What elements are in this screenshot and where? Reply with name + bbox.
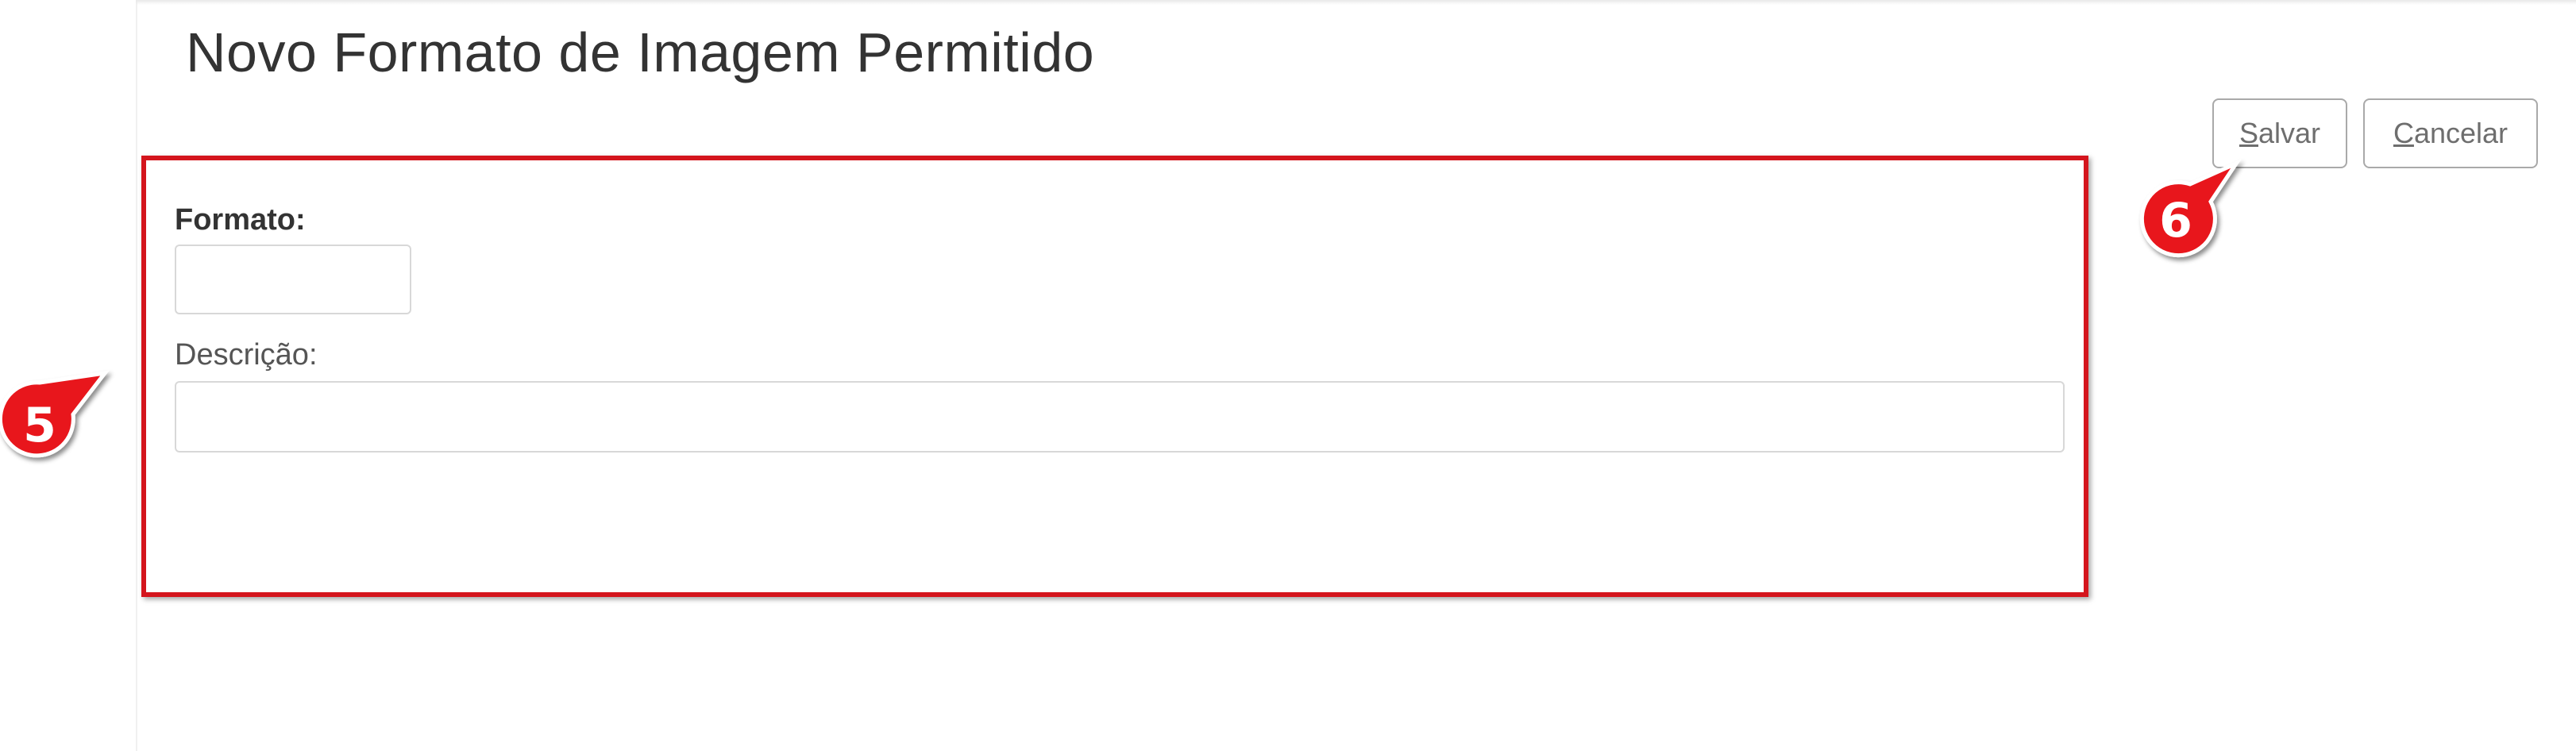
callout-number-5: 5	[23, 398, 56, 453]
save-button-access-key: S	[2239, 117, 2258, 149]
cancel-button[interactable]: Cancelar	[2363, 98, 2538, 168]
cancel-button-access-key: C	[2393, 117, 2414, 149]
save-button[interactable]: Salvar	[2212, 98, 2347, 168]
form-highlight-box	[141, 156, 2088, 597]
format-label: Formato:	[175, 203, 306, 237]
page-title: Novo Formato de Imagem Permitido	[186, 21, 1095, 83]
description-label: Descrição:	[175, 338, 318, 372]
page: Novo Formato de Imagem Permitido Salvar …	[0, 0, 2576, 751]
cancel-button-label: ancelar	[2413, 117, 2509, 149]
callout-marker-6: 6	[2133, 159, 2242, 258]
format-input[interactable]	[175, 245, 411, 314]
description-input[interactable]	[175, 381, 2065, 453]
top-bar-shadow	[136, 0, 2576, 5]
save-button-label: alvar	[2258, 117, 2321, 149]
callout-marker-5: 5	[0, 370, 110, 465]
callout-number-6: 6	[2159, 193, 2192, 248]
